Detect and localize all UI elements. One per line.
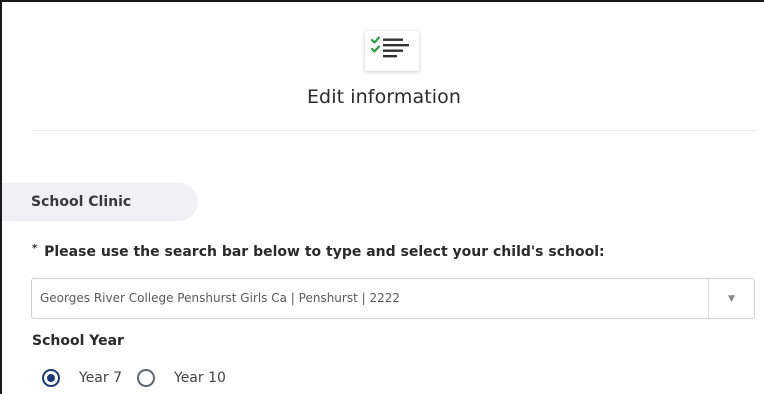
page-title: Edit information [306, 86, 462, 108]
section-tab-school-clinic: School Clinic [2, 183, 198, 221]
radio-year-7-label[interactable]: Year 7 [79, 370, 122, 386]
radio-year-10[interactable] [137, 369, 155, 387]
checklist-icon [365, 31, 419, 71]
radio-year-7[interactable] [42, 369, 60, 387]
header-divider [32, 130, 756, 131]
edit-information-panel: Edit information School Clinic * Please … [0, 0, 764, 394]
school-search-question-text: Please use the search bar below to type … [44, 244, 605, 260]
school-search-question: * Please use the search bar below to typ… [32, 243, 605, 260]
school-year-radio-group: Year 7 Year 10 [42, 369, 241, 387]
caret-down-icon[interactable]: ▼ [709, 279, 754, 318]
school-search-selected-value: Georges River College Penshurst Girls Ca… [40, 291, 400, 305]
school-year-label: School Year [32, 333, 124, 349]
required-marker: * [32, 243, 38, 254]
radio-year-10-label[interactable]: Year 10 [174, 370, 226, 386]
school-search-select[interactable]: Georges River College Penshurst Girls Ca… [31, 278, 755, 319]
